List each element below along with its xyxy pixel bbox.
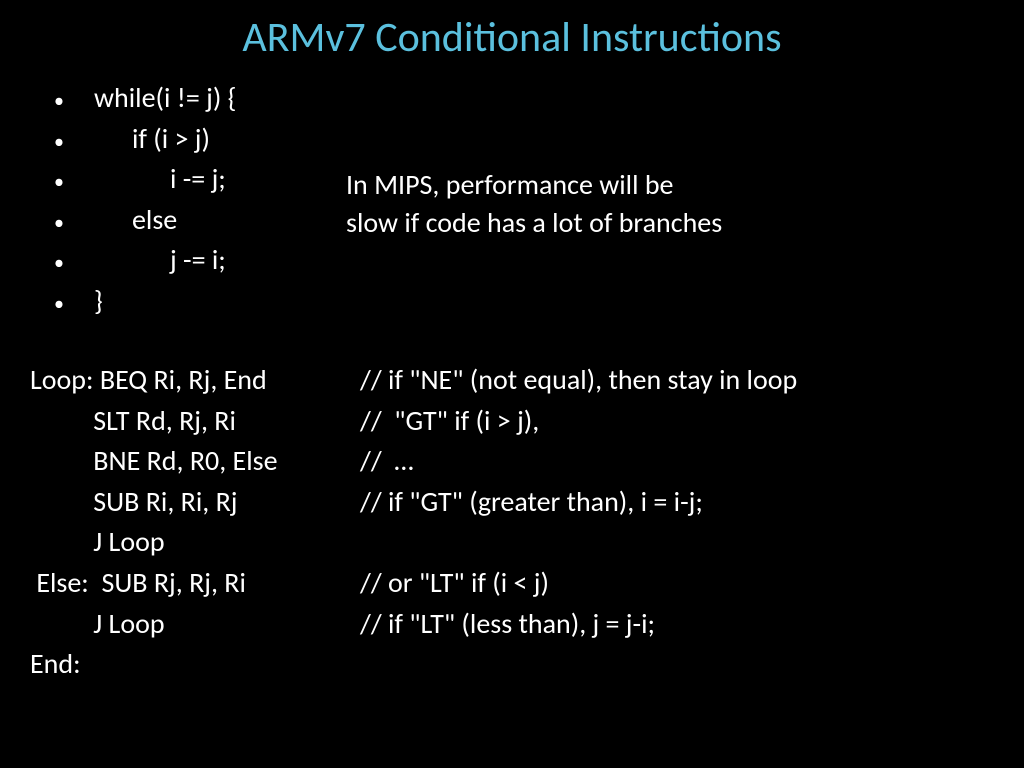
asm-instruction: End: [30,644,360,685]
list-item: • else [46,200,236,241]
asm-comment: // or "LT" if (i < j) [360,563,797,604]
asm-row: Else: SUB Rj, Rj, Ri // or "LT" if (i < … [30,563,797,604]
asm-comment: // if "LT" (less than), j = j-i; [360,604,797,645]
note-line: slow if code has a lot of branches [346,204,722,242]
asm-instruction: Loop: BEQ Ri, Rj, End [30,360,360,401]
asm-comment [360,522,797,563]
asm-instruction: SLT Rd, Rj, Ri [30,401,360,442]
asm-row: Loop: BEQ Ri, Rj, End // if "NE" (not eq… [30,360,797,401]
asm-instruction: BNE Rd, R0, Else [30,441,360,482]
note-line: In MIPS, performance will be [346,166,722,204]
list-item: • while(i != j) { [46,78,236,119]
bullet-icon: • [46,209,94,238]
assembly-block: Loop: BEQ Ri, Rj, End // if "NE" (not eq… [30,360,797,685]
bullet-text: else [94,200,177,241]
bullet-icon: • [46,87,94,116]
asm-comment: // … [360,441,797,482]
asm-comment: // "GT" if (i > j), [360,401,797,442]
list-item: • j -= i; [46,240,236,281]
asm-comment [360,644,797,685]
bullet-icon: • [46,249,94,278]
asm-row: SUB Ri, Ri, Rj // if "GT" (greater than)… [30,482,797,523]
list-item: • i -= j; [46,159,236,200]
asm-row: J Loop [30,522,797,563]
bullet-text: } [94,281,103,322]
asm-comment: // if "NE" (not equal), then stay in loo… [360,360,797,401]
asm-row: J Loop // if "LT" (less than), j = j-i; [30,604,797,645]
bullet-icon: • [46,168,94,197]
side-note: In MIPS, performance will be slow if cod… [346,166,722,242]
bullet-text: while(i != j) { [94,78,236,119]
asm-instruction: Else: SUB Rj, Rj, Ri [30,563,360,604]
bullet-icon: • [46,290,94,319]
bullet-list: • while(i != j) { • if (i > j) • i -= j;… [46,78,236,322]
bullet-text: if (i > j) [94,119,210,160]
asm-instruction: J Loop [30,604,360,645]
bullet-text: i -= j; [94,159,226,200]
asm-comment: // if "GT" (greater than), i = i-j; [360,482,797,523]
asm-row: BNE Rd, R0, Else // … [30,441,797,482]
asm-instruction: J Loop [30,522,360,563]
asm-row: End: [30,644,797,685]
slide-title: ARMv7 Conditional Instructions [0,12,1024,63]
list-item: • } [46,281,236,322]
bullet-icon: • [46,128,94,157]
asm-instruction: SUB Ri, Ri, Rj [30,482,360,523]
list-item: • if (i > j) [46,119,236,160]
slide: ARMv7 Conditional Instructions • while(i… [0,0,1024,768]
asm-row: SLT Rd, Rj, Ri // "GT" if (i > j), [30,401,797,442]
bullet-text: j -= i; [94,240,226,281]
